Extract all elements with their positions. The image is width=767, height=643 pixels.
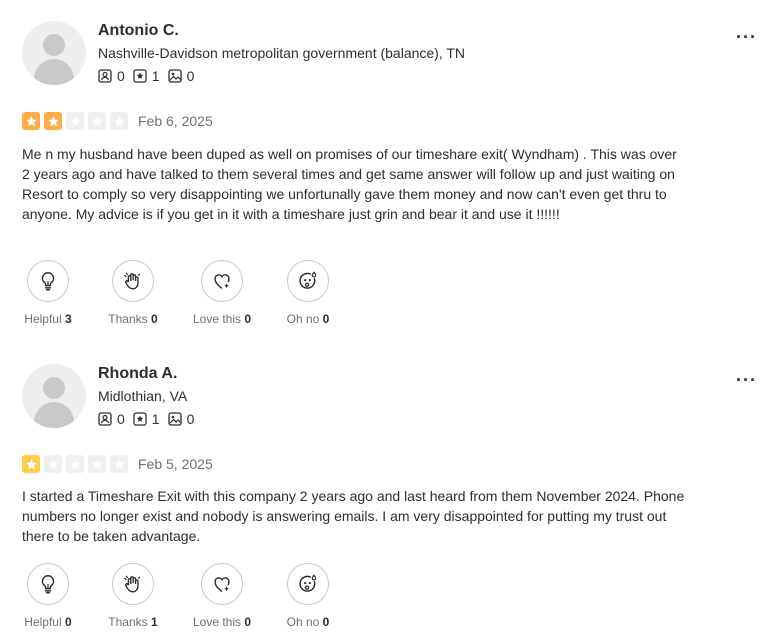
reviewer-location: Nashville-Davidson metropolitan governme… <box>98 45 466 61</box>
oh-no-label: Oh no <box>286 312 320 326</box>
love-this-label: Love this <box>192 615 241 629</box>
star-empty-icon <box>88 112 106 130</box>
star-empty-icon <box>110 112 128 130</box>
photos-count: 0 <box>186 68 195 84</box>
photo-icon <box>167 69 182 83</box>
reviewer-stats: 0 1 0 <box>98 68 202 84</box>
photos-stat: 0 <box>167 411 195 427</box>
helpful-label: Helpful <box>24 615 62 629</box>
star-box-icon <box>133 412 147 426</box>
thanks-button[interactable]: Thanks 0 <box>98 260 168 326</box>
star-filled-icon <box>22 455 40 473</box>
review-text: I started a Timeshare Exit with this com… <box>22 488 685 544</box>
love-this-count: 0 <box>244 615 252 629</box>
love-this-button[interactable]: Love this 0 <box>187 260 257 326</box>
oh-no-button[interactable]: Oh no 0 <box>273 563 343 629</box>
helpful-count: 0 <box>65 615 72 629</box>
lightbulb-icon <box>41 272 55 291</box>
friends-stat: 0 <box>98 411 125 427</box>
waving-hand-icon <box>124 575 141 593</box>
review-date: Feb 5, 2025 <box>138 456 213 472</box>
helpful-label: Helpful <box>24 312 62 326</box>
reviewer-name[interactable]: Rhonda A. <box>98 365 177 383</box>
shocked-face-icon <box>299 271 317 289</box>
helpful-button[interactable]: Helpful 3 <box>13 260 83 326</box>
thanks-count: 1 <box>151 615 158 629</box>
more-options-icon[interactable]: ··· <box>736 27 760 47</box>
avatar[interactable] <box>22 21 86 85</box>
star-empty-icon <box>110 455 128 473</box>
oh-no-count: 0 <box>322 312 330 326</box>
reviewer-stats: 0 1 0 <box>98 411 202 427</box>
love-this-count: 0 <box>244 312 252 326</box>
review-text: Me n my husband have been duped as well … <box>22 146 677 222</box>
thanks-button[interactable]: Thanks 1 <box>98 563 168 629</box>
star-empty-icon <box>66 455 84 473</box>
photos-count: 0 <box>186 411 195 427</box>
reviews-stat: 1 <box>133 68 160 84</box>
star-box-icon <box>133 69 147 83</box>
oh-no-button[interactable]: Oh no 0 <box>273 260 343 326</box>
thanks-count: 0 <box>151 312 158 326</box>
love-this-label: Love this <box>192 312 241 326</box>
oh-no-count: 0 <box>322 615 330 629</box>
reviewer-location: Midlothian, VA <box>98 388 188 404</box>
shocked-face-icon <box>299 574 317 592</box>
reviews-count: 1 <box>151 68 160 84</box>
oh-no-label: Oh no <box>286 615 320 629</box>
heart-sparkle-icon <box>214 274 230 289</box>
star-rating <box>22 455 132 473</box>
thanks-label: Thanks <box>108 312 148 326</box>
friends-count: 0 <box>117 411 125 427</box>
helpful-button[interactable]: Helpful 0 <box>13 563 83 629</box>
reviews-stat: 1 <box>133 411 160 427</box>
star-rating <box>22 112 132 130</box>
star-empty-icon <box>66 112 84 130</box>
more-options-icon[interactable]: ··· <box>736 370 760 390</box>
love-this-button[interactable]: Love this 0 <box>187 563 257 629</box>
heart-sparkle-icon <box>214 577 230 592</box>
lightbulb-icon <box>41 575 55 594</box>
avatar[interactable] <box>22 364 86 428</box>
friends-icon <box>98 69 112 83</box>
reviews-count: 1 <box>151 411 160 427</box>
star-filled-icon <box>44 112 62 130</box>
star-filled-icon <box>22 112 40 130</box>
star-empty-icon <box>88 455 106 473</box>
thanks-label: Thanks <box>108 615 148 629</box>
review-date: Feb 6, 2025 <box>138 113 213 129</box>
friends-icon <box>98 412 112 426</box>
reviewer-name[interactable]: Antonio C. <box>98 22 179 40</box>
waving-hand-icon <box>124 272 141 290</box>
helpful-count: 3 <box>65 312 72 326</box>
friends-count: 0 <box>117 68 125 84</box>
photos-stat: 0 <box>167 68 195 84</box>
photo-icon <box>167 412 182 426</box>
star-empty-icon <box>44 455 62 473</box>
friends-stat: 0 <box>98 68 125 84</box>
